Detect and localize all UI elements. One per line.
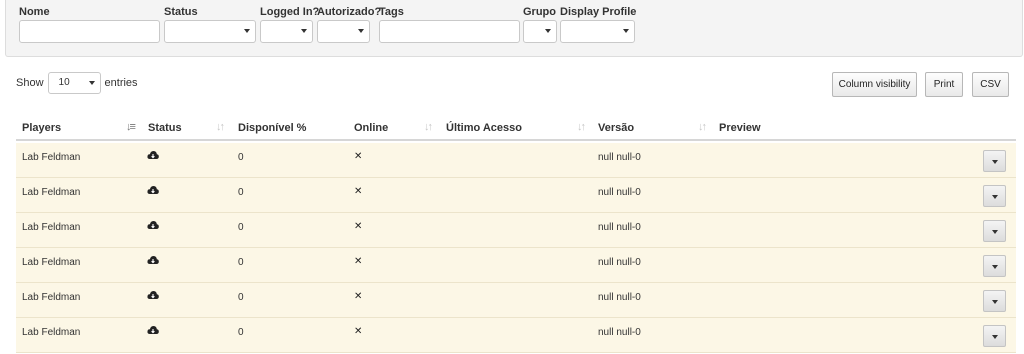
tags-input[interactable] bbox=[379, 20, 520, 43]
cell-versao: null null-0 bbox=[598, 257, 641, 268]
filter-logged-in-label: Logged In? bbox=[260, 6, 320, 18]
status-select[interactable] bbox=[164, 20, 256, 43]
cloud-icon bbox=[147, 221, 159, 229]
filter-nome: Nome bbox=[19, 5, 160, 43]
filter-nome-label: Nome bbox=[19, 6, 50, 18]
row-actions-button[interactable] bbox=[983, 185, 1006, 207]
cloud-icon bbox=[147, 291, 159, 299]
header-online[interactable]: Online bbox=[354, 122, 388, 134]
show-label: Show bbox=[16, 77, 44, 89]
chevron-down-icon bbox=[358, 29, 364, 33]
filter-display-profile-label: Display Profile bbox=[560, 6, 637, 18]
column-visibility-button[interactable]: Column visibility bbox=[832, 72, 917, 97]
cell-disponivel: 0 bbox=[238, 222, 244, 233]
logged-in-select[interactable] bbox=[260, 20, 313, 43]
cloud-icon bbox=[147, 186, 159, 194]
filter-display-profile: Display Profile bbox=[560, 5, 636, 43]
chevron-down-icon bbox=[992, 160, 998, 164]
sort-both-icon[interactable]: ↓↑ bbox=[577, 121, 586, 133]
x-icon: ✕ bbox=[354, 326, 363, 337]
header-players[interactable]: Players bbox=[22, 122, 61, 134]
row-actions-button[interactable] bbox=[983, 290, 1006, 312]
entries-label: entries bbox=[104, 77, 138, 89]
filter-tags: Tags bbox=[379, 5, 520, 43]
chevron-down-icon bbox=[301, 29, 307, 33]
cell-player: Lab Feldman bbox=[22, 187, 81, 198]
filter-panel: Nome Status Logged In? Autorizado? Tags … bbox=[5, 0, 1023, 57]
x-icon: ✕ bbox=[354, 256, 363, 267]
filter-grupo: Grupo bbox=[523, 5, 557, 43]
x-icon: ✕ bbox=[354, 291, 363, 302]
entries-select[interactable]: 10 bbox=[47, 72, 101, 94]
header-disponivel[interactable]: Disponível % bbox=[238, 122, 306, 134]
print-button[interactable]: Print bbox=[925, 72, 963, 97]
filter-tags-label: Tags bbox=[379, 6, 404, 18]
cell-versao: null null-0 bbox=[598, 152, 641, 163]
x-icon: ✕ bbox=[354, 186, 363, 197]
cell-disponivel: 0 bbox=[238, 257, 244, 268]
table-row[interactable]: Lab Feldman 0 ✕ null null-0 bbox=[16, 283, 1016, 318]
cell-versao: null null-0 bbox=[598, 222, 641, 233]
table-row[interactable]: Lab Feldman 0 ✕ null null-0 bbox=[16, 213, 1016, 248]
sort-both-icon[interactable]: ↓↑ bbox=[424, 121, 433, 133]
cell-versao: null null-0 bbox=[598, 327, 641, 338]
cell-player: Lab Feldman bbox=[22, 222, 81, 233]
grupo-select[interactable] bbox=[523, 20, 557, 43]
x-icon: ✕ bbox=[354, 151, 363, 162]
cell-player: Lab Feldman bbox=[22, 257, 81, 268]
csv-button[interactable]: CSV bbox=[972, 72, 1009, 97]
display-profile-select[interactable] bbox=[560, 20, 635, 43]
table-row[interactable]: Lab Feldman 0 ✕ null null-0 bbox=[16, 318, 1016, 353]
cell-player: Lab Feldman bbox=[22, 292, 81, 303]
cell-player: Lab Feldman bbox=[22, 152, 81, 163]
cell-disponivel: 0 bbox=[238, 327, 244, 338]
length-menu: Show 10 entries bbox=[16, 72, 138, 94]
chevron-down-icon bbox=[992, 300, 998, 304]
table-row[interactable]: Lab Feldman 0 ✕ null null-0 bbox=[16, 248, 1016, 283]
cloud-icon bbox=[147, 326, 159, 334]
cell-versao: null null-0 bbox=[598, 187, 641, 198]
cloud-icon bbox=[147, 151, 159, 159]
filter-status-label: Status bbox=[164, 6, 198, 18]
header-status[interactable]: Status bbox=[148, 122, 182, 134]
cloud-icon bbox=[147, 256, 159, 264]
table-header: Players ↓≡ Status ↓↑ Disponível % Online… bbox=[16, 114, 1016, 141]
row-actions-button[interactable] bbox=[983, 325, 1006, 347]
row-actions-button[interactable] bbox=[983, 220, 1006, 242]
chevron-down-icon bbox=[992, 335, 998, 339]
filter-logged-in: Logged In? bbox=[260, 5, 319, 43]
x-icon: ✕ bbox=[354, 221, 363, 232]
sort-both-icon[interactable]: ↓↑ bbox=[216, 121, 225, 133]
sort-both-icon[interactable]: ↓↑ bbox=[698, 121, 707, 133]
filter-autorizado-label: Autorizado? bbox=[317, 6, 382, 18]
table-row[interactable]: Lab Feldman 0 ✕ null null-0 bbox=[16, 178, 1016, 213]
filter-grupo-label: Grupo bbox=[523, 6, 556, 18]
chevron-down-icon bbox=[992, 195, 998, 199]
filter-status: Status bbox=[164, 5, 256, 43]
chevron-down-icon bbox=[992, 265, 998, 269]
row-actions-button[interactable] bbox=[983, 255, 1006, 277]
cell-disponivel: 0 bbox=[238, 292, 244, 303]
autorizado-select[interactable] bbox=[317, 20, 370, 43]
nome-input[interactable] bbox=[19, 20, 160, 43]
cell-disponivel: 0 bbox=[238, 187, 244, 198]
cell-versao: null null-0 bbox=[598, 292, 641, 303]
cell-player: Lab Feldman bbox=[22, 327, 81, 338]
sort-asc-icon[interactable]: ↓≡ bbox=[126, 121, 136, 133]
row-actions-button[interactable] bbox=[983, 150, 1006, 172]
header-versao[interactable]: Versão bbox=[598, 122, 634, 134]
header-ultimo-acesso[interactable]: Último Acesso bbox=[446, 122, 522, 134]
table-row[interactable]: Lab Feldman 0 ✕ null null-0 bbox=[16, 143, 1016, 178]
filter-autorizado: Autorizado? bbox=[317, 5, 381, 43]
chevron-down-icon bbox=[545, 29, 551, 33]
header-preview: Preview bbox=[719, 122, 761, 134]
entries-select-value: 10 bbox=[58, 77, 70, 88]
chevron-down-icon bbox=[623, 29, 629, 33]
chevron-down-icon bbox=[88, 81, 95, 85]
chevron-down-icon bbox=[244, 29, 250, 33]
cell-disponivel: 0 bbox=[238, 152, 244, 163]
chevron-down-icon bbox=[992, 230, 998, 234]
